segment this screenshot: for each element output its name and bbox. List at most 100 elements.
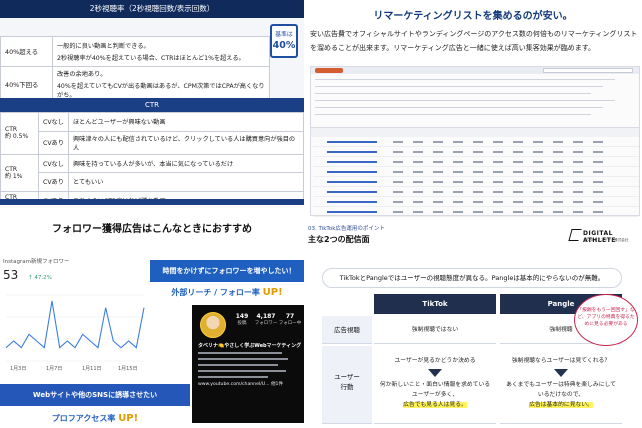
desc-line: 40%を超えていてもCVが出る動画はあるが、CPM次第ではCPAが高くなりがち。	[57, 83, 265, 99]
x-tick-label: 1月7日	[46, 366, 63, 372]
desc-line: 改善の余地あり。	[57, 71, 107, 78]
view-rate-table: 40%超える 一般的に良い動画と判断できる。 2秒視聴率が40%を超えている場合…	[0, 36, 270, 102]
down-arrow-icon	[428, 369, 442, 377]
report-row	[313, 138, 639, 147]
campaign-link-shape	[327, 201, 377, 203]
panel-title: フォロワー獲得広告はこんなときにおすすめ	[52, 224, 252, 235]
campaign-link-shape	[327, 171, 377, 173]
table-row: 40%超える 一般的に良い動画と判断できる。 2秒視聴率が40%を超えている場合…	[0, 36, 270, 67]
campaign-link-shape	[327, 161, 377, 163]
caption-text: 外部リーチ / フォロー率	[171, 288, 263, 297]
list-row	[315, 100, 615, 102]
remarketing-panel: リマーケティングリストを集めるのが安い。 安い広告費でオフィシャルサイトやランデ…	[304, 0, 642, 220]
behavior-question: ユーザーが見るかどうか決める	[394, 358, 476, 364]
behavior-highlight: 広告は基本的に見ない。	[529, 402, 593, 408]
benchmark-badge: 基準は 40%	[270, 24, 298, 58]
campaign-link-shape	[327, 181, 377, 183]
table-row: 40%下回る 改善の余地あり。 40%を超えていてもCVが出る動画はあるが、CP…	[0, 66, 270, 102]
campaign-link-shape	[327, 141, 377, 143]
list-row	[315, 114, 591, 116]
metric-cells	[393, 191, 613, 193]
reward-note-bubble: 「报酬をもう一回回す」など、アプリの特典を得るために見る必要がある	[574, 294, 638, 346]
stat-value: 149	[235, 313, 249, 320]
ctr-range: CTR 約 1%	[0, 153, 39, 192]
screenshot-toolbar	[311, 67, 639, 74]
ctr-desc: 興味津々の人にも配信されているけど、クリックしている人は購買意向が強目の人	[68, 130, 304, 155]
campaign-link-shape	[327, 191, 377, 193]
ctr-range: CTR 約 0.5%	[0, 112, 39, 155]
section-heading: 主な2つの配信面	[308, 235, 370, 244]
row-label-behavior: ユーザー 行動	[322, 346, 372, 424]
campaign-link-shape	[327, 211, 377, 213]
report-row	[313, 198, 639, 207]
metric-cells	[393, 151, 613, 153]
table-row: CVあり とてもいい	[1, 172, 304, 192]
report-row	[313, 148, 639, 157]
view-rate-header: 2秒視聴率（2秒視聴回数/表示回数）	[0, 0, 304, 18]
behavior-question: 強制視聴ならユーザーは見てくれる？	[511, 358, 611, 364]
cv-status: CVあり	[38, 172, 69, 192]
behavior-answer: 何か新しいこと・面白い情報を求めている ユーザーが多く、	[379, 382, 491, 398]
report-header	[311, 128, 639, 137]
metric-cells	[393, 181, 613, 183]
series-line	[5, 300, 145, 349]
list-pane	[311, 74, 639, 122]
stat-label: フォロー中	[278, 321, 302, 326]
tiktok-placement-panel: 03. TikTok広告運用のポイント 主な2つの配信面 DIGITAL ATH…	[304, 220, 642, 428]
up-label: UP!	[118, 413, 139, 424]
follower-chart: Instagram新規フォロワー 53 ↑ 47.2% 1月3日 1月7日 1月11…	[0, 253, 150, 378]
row-label: 40%下回る	[0, 66, 53, 102]
cell-pangle-behavior: 強制視聴ならユーザーは見てくれる？ あくまでもユーザーは特典を楽しみにして いる…	[500, 346, 622, 424]
cv-status: CVなし	[38, 153, 69, 173]
report-row	[313, 168, 639, 177]
ctr-desc: ほとんどユーザーが興味ない動画	[68, 112, 304, 132]
stat-followers: 4,187 フォロワー	[254, 313, 278, 326]
stat-label: 投稿	[237, 321, 247, 326]
avatar	[200, 312, 226, 338]
company-logo: DIGITAL ATHLETE デジタルアスリート株式会社	[568, 228, 638, 248]
stat-posts: 149 投稿	[230, 313, 254, 326]
stat-following: 77 フォロー中	[278, 313, 302, 326]
report-row	[313, 208, 639, 217]
x-tick-label: 1月3日	[10, 366, 27, 372]
x-tick-label: 1月11日	[82, 366, 102, 372]
section-label: 03. TikTok広告運用のポイント	[308, 226, 385, 232]
up-label: UP!	[262, 287, 283, 298]
cell-tiktok-viewing: 強制視聴ではない	[374, 316, 496, 344]
logo-mark-icon	[568, 229, 582, 241]
row-desc: 改善の余地あり。 40%を超えていてもCVが出る動画はあるが、CPM次第ではCP…	[52, 66, 270, 102]
metric-cells	[393, 201, 613, 203]
bio-line	[198, 364, 278, 366]
bio-line	[198, 358, 288, 360]
row-desc: 一般的に良い動画と判断できる。 2秒視聴率が40%を超えている場合、CTRはほと…	[52, 36, 270, 67]
stat-label: フォロワー	[254, 321, 278, 326]
create-button-shape	[315, 68, 343, 73]
desc-line: 2秒視聴率が40%を超えている場合、CTRはほとんど1%を超える。	[57, 55, 245, 62]
profile-name: タベリナ🍋やさしく学ぶWebマーケティング	[198, 343, 302, 349]
metric-cells	[393, 211, 613, 213]
metric-cells	[393, 141, 613, 143]
bio-line	[198, 376, 268, 378]
ctr-desc: とてもいい	[68, 172, 304, 192]
cv-status: CVなし	[38, 112, 69, 132]
campaign-link-shape	[327, 151, 377, 153]
ctr-desc: 興味を持っている人が多いが、本当に気になっているだけ	[68, 153, 304, 173]
down-arrow-icon	[554, 369, 568, 377]
cv-status: CVあり	[38, 130, 69, 155]
goal-banner-traffic: Webサイトや他のSNSに誘導させたい	[0, 384, 190, 406]
bio-line	[198, 352, 282, 354]
bio-line	[198, 370, 286, 372]
table-row: CTR 約 1% CVなし 興味を持っている人が多いが、本当に気になっているだけ	[0, 153, 304, 192]
row-label: 40%超える	[0, 36, 53, 67]
stat-value: 77	[285, 313, 295, 320]
goal-banner-followers: 時間をかけずにフォロワーを増やしたい！	[150, 260, 304, 282]
profile-link[interactable]: www.youtube.com/channel/U... 他1件	[198, 381, 283, 387]
badge-value: 40%	[272, 40, 296, 51]
key-point-callout: TikTokとPangleではユーザーの視聴態度が異なる。Pangleは基本的に…	[322, 268, 622, 288]
caption-text: プロフアクセス率	[51, 414, 119, 423]
report-row	[313, 158, 639, 167]
ctr-header: CTR	[0, 98, 304, 112]
desc-line: 一般的に良い動画と判断できる。	[57, 43, 150, 50]
column-header-tiktok: TikTok	[374, 294, 496, 314]
caption-reach: 外部リーチ / フォロー率 UP!	[150, 287, 304, 298]
